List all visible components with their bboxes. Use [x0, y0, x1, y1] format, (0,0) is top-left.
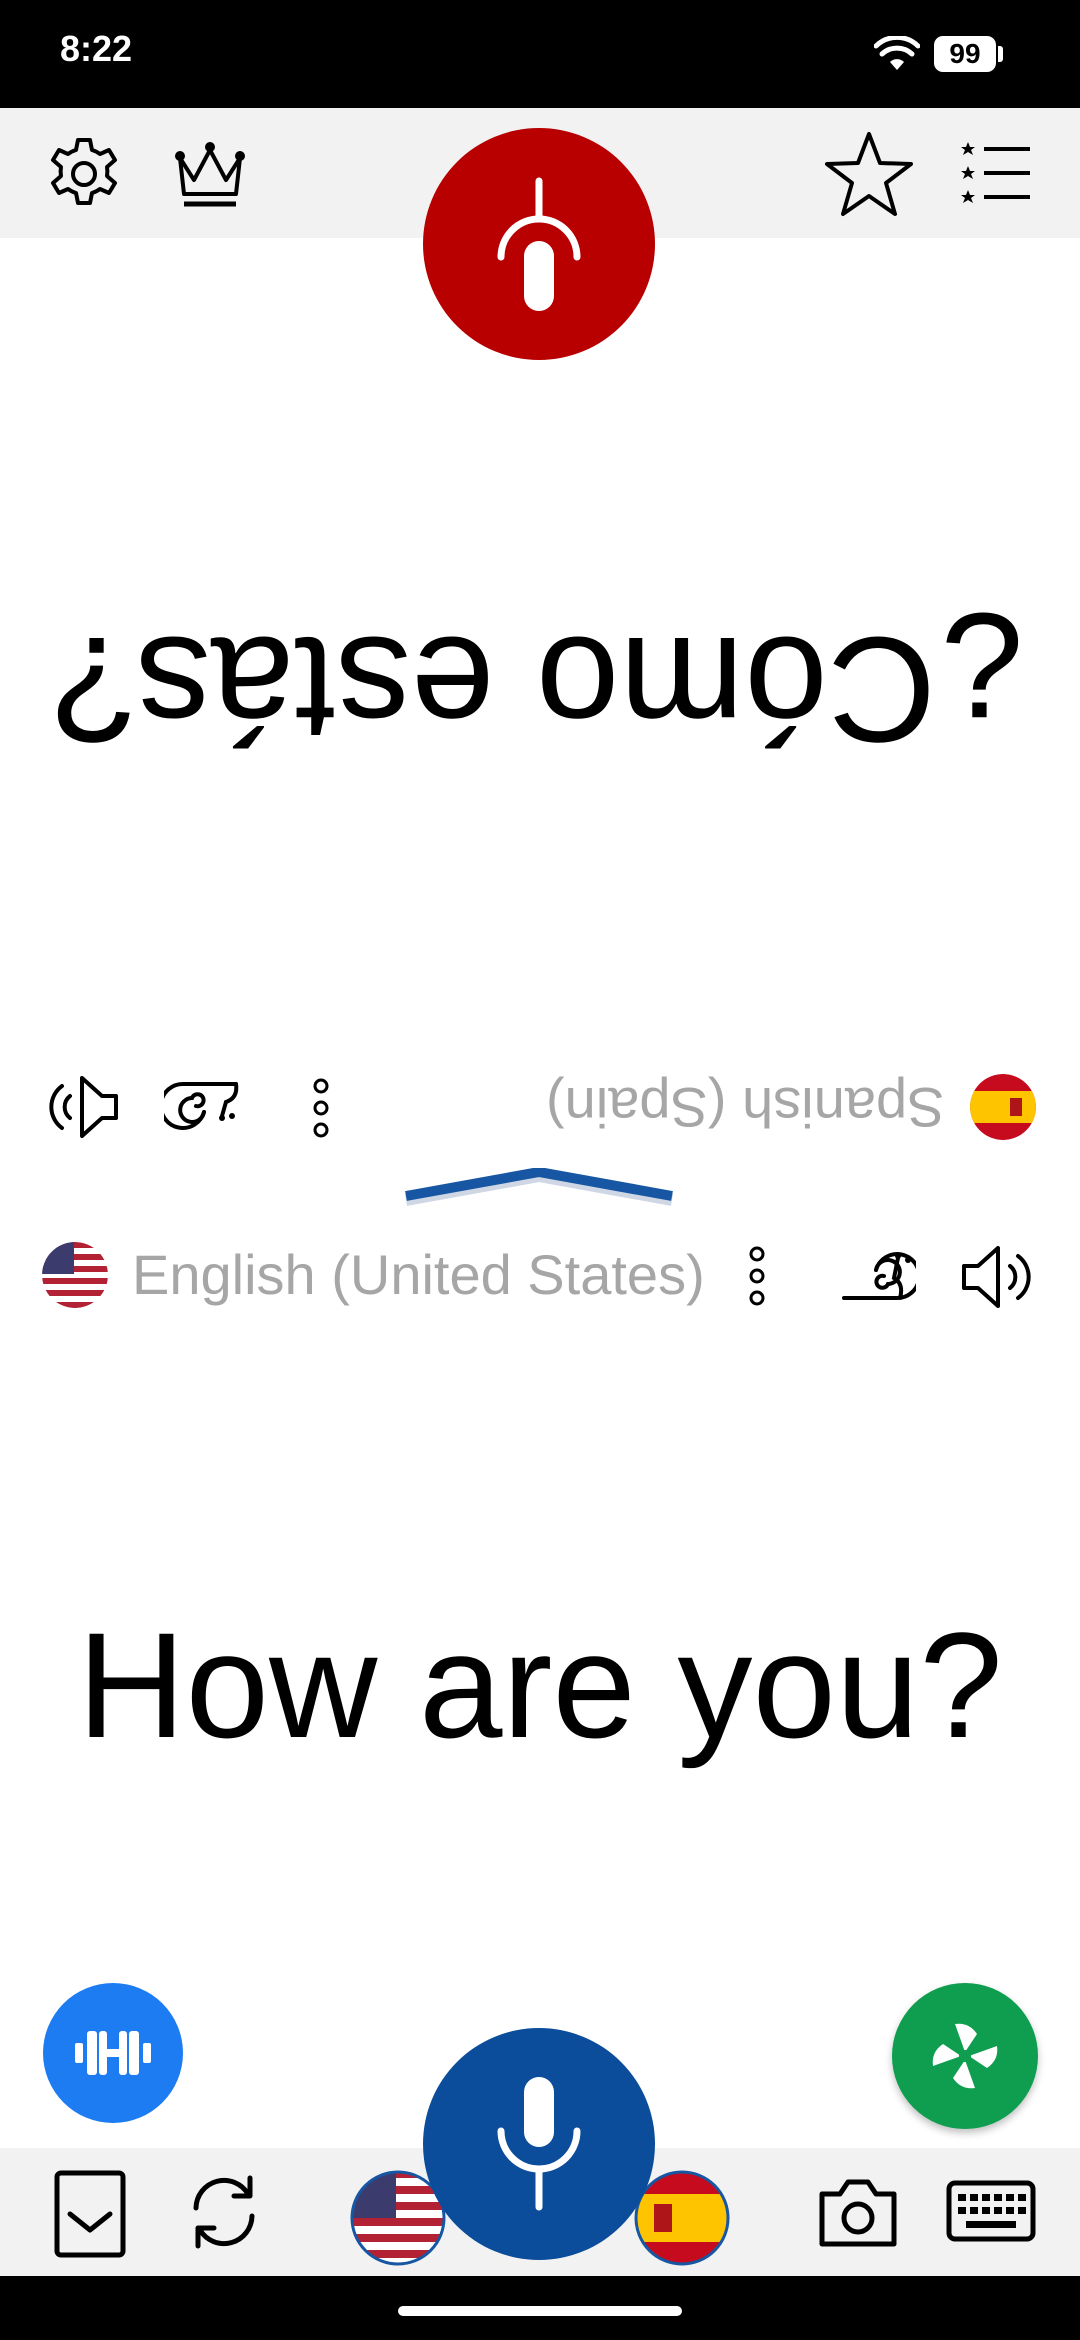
english-language-label[interactable]: English (United States) [132, 1242, 705, 1308]
swipe-divider[interactable] [404, 1168, 674, 1208]
swap-icon[interactable] [184, 2172, 264, 2252]
starred-list-icon[interactable] [960, 140, 1032, 206]
camera-icon[interactable] [818, 2176, 898, 2248]
status-time: 8:22 [60, 28, 133, 69]
speaker-icon[interactable] [960, 1242, 1036, 1312]
app-menu-button[interactable] [892, 1983, 1038, 2129]
english-phrase: How are you? [77, 1601, 1003, 1769]
gear-icon[interactable] [44, 134, 124, 214]
keyboard-icon[interactable] [946, 2180, 1036, 2242]
snail-icon[interactable] [840, 1240, 916, 1312]
pinwheel-icon [932, 2023, 998, 2089]
more-vertical-icon[interactable] [308, 1078, 334, 1138]
speaker-icon[interactable] [44, 1072, 120, 1142]
wifi-icon [874, 36, 920, 70]
crown-icon[interactable] [170, 138, 250, 210]
home-indicator[interactable] [398, 2306, 682, 2316]
spanish-mic-button[interactable] [423, 128, 655, 360]
spanish-language-label[interactable]: Spanish (Spain) [546, 1074, 944, 1140]
practice-button[interactable] [43, 1983, 183, 2123]
battery-indicator: 99 [934, 36, 996, 72]
star-icon[interactable] [824, 130, 914, 218]
spanish-phrase: ¿Cómo estás? [52, 606, 1028, 774]
collapse-icon[interactable] [54, 2170, 126, 2258]
spain-flag-icon[interactable] [634, 2170, 730, 2266]
microphone-icon [497, 2077, 581, 2211]
snail-icon[interactable] [164, 1070, 240, 1142]
english-mic-button[interactable] [423, 2028, 655, 2260]
microphone-icon [497, 177, 581, 311]
dumbbell-icon [75, 2031, 151, 2075]
battery-tip [998, 46, 1003, 62]
spain-flag-icon[interactable] [970, 1074, 1036, 1140]
more-vertical-icon[interactable] [744, 1246, 770, 1306]
us-flag-icon[interactable] [42, 1242, 108, 1308]
